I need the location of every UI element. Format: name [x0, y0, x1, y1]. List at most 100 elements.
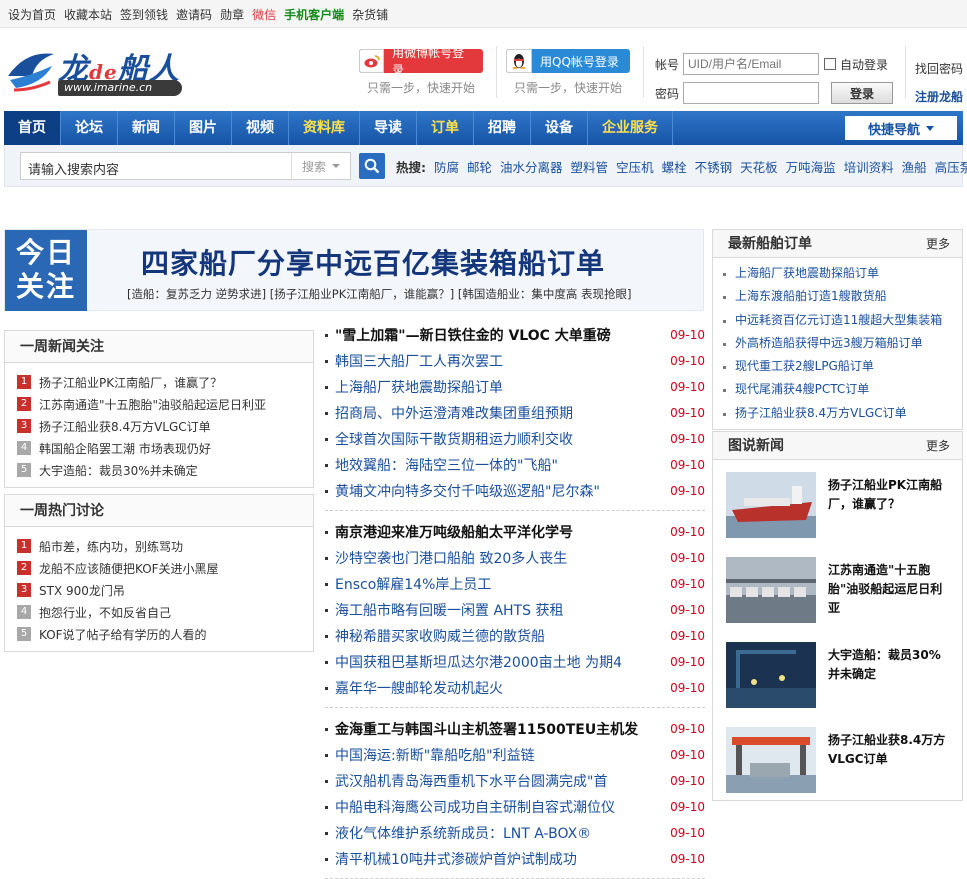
news-row[interactable]: 南京港迎来准万吨级船舶太平洋化学号 09-10: [325, 519, 705, 545]
hot-search-word[interactable]: 不锈钢: [695, 157, 733, 176]
nav-item[interactable]: 企业服务: [588, 111, 673, 145]
news-row[interactable]: 武汉船机青岛海西重机下水平台圆满完成"首 09-10: [325, 768, 705, 794]
hot-search-word[interactable]: 空压机: [616, 157, 654, 176]
photo-news-item[interactable]: 扬子江船业获8.4万方VLGC订单: [713, 715, 962, 800]
photo-news-caption[interactable]: 大宇造船：裁员30%并未确定: [828, 642, 948, 684]
news-row[interactable]: 黄埔文冲向特多交付千吨级巡逻船"尼尔森" 09-10: [325, 478, 705, 504]
news-row[interactable]: 中船电科海鹰公司成功自主研制自容式潮位仪 09-10: [325, 794, 705, 820]
nav-item[interactable]: 导读: [360, 111, 417, 145]
photo-news-image[interactable]: [726, 557, 816, 623]
top-link[interactable]: 微信: [252, 6, 276, 23]
hot-search-word[interactable]: 高压泵: [935, 157, 967, 176]
nav-item[interactable]: 订单: [417, 111, 474, 145]
search-button[interactable]: [359, 153, 385, 179]
list-item[interactable]: 4 韩国船企陷罢工潮 市场表现仍好: [17, 437, 313, 459]
news-row[interactable]: Ensco解雇14%岸上员工 09-10: [325, 571, 705, 597]
headline-sublinks[interactable]: [造船：复苏乏力 逆势求进] [扬子江船业PK江南船厂，谁能赢？] [韩国造船业…: [127, 286, 632, 302]
forgot-password-link[interactable]: 找回密码: [915, 55, 963, 83]
search-type-select[interactable]: 搜索: [291, 152, 351, 180]
list-item[interactable]: 2 龙船不应该随便把KOF关进小黑屋: [17, 557, 313, 579]
auto-login-checkbox[interactable]: [824, 58, 836, 70]
photo-news-more-link[interactable]: 更多: [926, 432, 950, 460]
nav-item[interactable]: 设备: [531, 111, 588, 145]
site-logo[interactable]: 龙de船人 www.imarine.cn: [6, 44, 186, 102]
nav-item[interactable]: 新闻: [118, 111, 175, 145]
top-link[interactable]: 杂货铺: [352, 6, 388, 23]
hot-search-word[interactable]: 油水分离器: [500, 157, 563, 176]
photo-news-caption[interactable]: 江苏南通造"十五胞胎"油驳船起运尼日利亚: [828, 557, 948, 618]
news-group: 南京港迎来准万吨级船舶太平洋化学号 09-10 沙特空袭也门港口船舶 致20多人丧生…: [325, 519, 705, 708]
hot-search-word[interactable]: 防腐: [434, 157, 459, 176]
order-item[interactable]: 上海船厂获地震勘探船订单: [723, 262, 962, 285]
list-item[interactable]: 2 江苏南通造"十五胞胎"油驳船起运尼日利亚: [17, 393, 313, 415]
list-item[interactable]: 3 扬子江船业获8.4万方VLGC订单: [17, 415, 313, 437]
hot-search-word[interactable]: 万吨海监: [786, 157, 836, 176]
top-link[interactable]: 签到领钱: [120, 6, 168, 23]
top-link[interactable]: 设为首页: [8, 6, 56, 23]
photo-news-image[interactable]: [726, 472, 816, 538]
news-row[interactable]: 液化气体维护系统新成员：LNT A-BOX® 09-10: [325, 820, 705, 846]
order-item[interactable]: 扬子江船业获8.4万方VLGC订单: [723, 402, 962, 425]
photo-news-image[interactable]: [726, 727, 816, 793]
hot-search-word[interactable]: 渔船: [902, 157, 927, 176]
latest-orders-more-link[interactable]: 更多: [926, 230, 950, 258]
hot-search-word[interactable]: 培训资料: [844, 157, 894, 176]
news-row[interactable]: 全球首次国际干散货期租运力顺利交收 09-10: [325, 426, 705, 452]
nav-item[interactable]: 论坛: [61, 111, 118, 145]
photo-news-image[interactable]: [726, 642, 816, 708]
list-item[interactable]: 5 KOF说了帖子给有学历的人看的: [17, 623, 313, 645]
list-item[interactable]: 5 大宇造船：裁员30%并未确定: [17, 459, 313, 481]
news-row[interactable]: 嘉年华一艘邮轮发动机起火 09-10: [325, 675, 705, 701]
hot-search-word[interactable]: 邮轮: [467, 157, 492, 176]
top-link[interactable]: 收藏本站: [64, 6, 112, 23]
news-row[interactable]: 中国获租巴基斯坦瓜达尔港2000亩土地 为期4 09-10: [325, 649, 705, 675]
order-item[interactable]: 中远耗资百亿元订造11艘超大型集装箱: [723, 309, 962, 332]
news-row[interactable]: 神秘希腊买家收购威兰德的散货船 09-10: [325, 623, 705, 649]
news-row[interactable]: 招商局、中外运澄清难改集团重组预期 09-10: [325, 400, 705, 426]
account-input[interactable]: [683, 53, 819, 75]
order-item[interactable]: 现代尾浦获4艘PCTC订单: [723, 378, 962, 401]
news-row[interactable]: 韩国三大船厂工人再次罢工 09-10: [325, 348, 705, 374]
nav-item[interactable]: 图片: [175, 111, 232, 145]
login-button[interactable]: 登录: [831, 82, 893, 104]
news-row[interactable]: "雪上加霜"—新日铁住金的 VLOC 大单重磅 09-10: [325, 322, 705, 348]
list-item[interactable]: 3 STX 900龙门吊: [17, 579, 313, 601]
list-item[interactable]: 1 船市差，练内功，别练骂功: [17, 535, 313, 557]
photo-news-item[interactable]: 大宇造船：裁员30%并未确定: [713, 630, 962, 715]
quick-nav-button[interactable]: 快捷导航: [845, 116, 957, 140]
list-item[interactable]: 1 扬子江船业PK江南船厂，谁赢了？: [17, 371, 313, 393]
order-item[interactable]: 上海东渡船舶订造1艘散货船: [723, 285, 962, 308]
news-row[interactable]: 沙特空袭也门港口船舶 致20多人丧生 09-10: [325, 545, 705, 571]
headline-title[interactable]: 四家船厂分享中远百亿集装箱船订单: [141, 242, 605, 282]
order-item[interactable]: 外高桥造船获得中远3艘万箱船订单: [723, 332, 962, 355]
photo-news-caption[interactable]: 扬子江船业PK江南船厂，谁赢了？: [828, 472, 948, 514]
hot-search-word[interactable]: 螺栓: [662, 157, 687, 176]
news-row[interactable]: 地效翼船：海陆空三位一体的"飞船" 09-10: [325, 452, 705, 478]
register-link[interactable]: 注册龙船: [915, 83, 963, 111]
news-row[interactable]: 上海船厂获地震勘探船订单 09-10: [325, 374, 705, 400]
photo-news-item[interactable]: 扬子江船业PK江南船厂，谁赢了？: [713, 460, 962, 545]
news-row[interactable]: 清平机械10吨井式渗碳炉首炉试制成功 09-10: [325, 846, 705, 872]
weekly-hot-title: 一周热门讨论: [5, 495, 313, 527]
qq-login-button[interactable]: 用QQ帐号登录: [506, 49, 630, 73]
top-link[interactable]: 手机客户端: [284, 6, 344, 23]
photo-news-caption[interactable]: 扬子江船业获8.4万方VLGC订单: [828, 727, 948, 769]
hot-search-word[interactable]: 塑料管: [571, 157, 609, 176]
weibo-login-button[interactable]: 用微博帐号登录: [359, 46, 483, 77]
search-input[interactable]: 请输入搜索内容: [20, 152, 292, 180]
nav-item[interactable]: 资料库: [289, 111, 360, 145]
nav-item[interactable]: 视频: [232, 111, 289, 145]
news-row[interactable]: 金海重工与韩国斗山主机签署11500TEU主机发 09-10: [325, 716, 705, 742]
news-row[interactable]: 中国海运:新断"靠船吃船"利益链 09-10: [325, 742, 705, 768]
nav-item[interactable]: 招聘: [474, 111, 531, 145]
news-row[interactable]: 海工船市略有回暖一闲置 AHTS 获租 09-10: [325, 597, 705, 623]
photo-news-item[interactable]: 江苏南通造"十五胞胎"油驳船起运尼日利亚: [713, 545, 962, 630]
hot-search-word[interactable]: 天花板: [740, 157, 778, 176]
password-input[interactable]: [683, 82, 819, 104]
top-link[interactable]: 邀请码: [176, 6, 212, 23]
top-link[interactable]: 勋章: [220, 6, 244, 23]
headline-banner: 今日 关注 四家船厂分享中远百亿集装箱船订单 [造船：复苏乏力 逆势求进] [扬…: [4, 229, 704, 311]
order-item[interactable]: 现代重工获2艘LPG船订单: [723, 355, 962, 378]
nav-item[interactable]: 首页: [4, 111, 61, 145]
list-item[interactable]: 4 抱怨行业，不如反省自己: [17, 601, 313, 623]
